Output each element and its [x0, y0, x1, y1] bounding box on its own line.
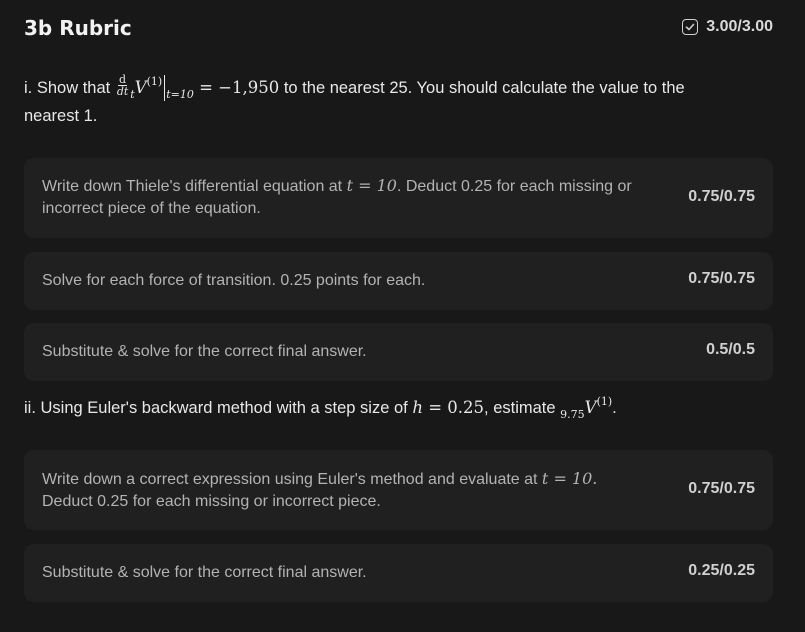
- checkbox-checked-icon: [682, 19, 699, 35]
- criterion-score: 0.25/0.25: [688, 562, 755, 579]
- question-part-i: i. Show that d dt tV(1)t=10 = −1,950 to th…: [24, 74, 774, 130]
- question-part-ii: ii. Using Euler's backward method with a…: [24, 395, 617, 421]
- estimate-subscript: 9.75: [560, 408, 585, 421]
- total-score: 3.00/3.00: [682, 18, 773, 36]
- criterion-card: Write down Thiele's differential equatio…: [24, 158, 773, 238]
- t-subscript: t: [130, 88, 135, 101]
- question-i-formula: d dt tV(1)t=10 = −1,950: [115, 74, 280, 101]
- question-i-suffix-2: nearest 1.: [24, 107, 98, 125]
- criterion-card: Write down a correct expression using Eu…: [24, 450, 773, 530]
- step-size-formula: h = 0.25: [412, 398, 485, 417]
- question-i-prefix: i. Show that: [24, 79, 111, 97]
- criterion-text: Substitute & solve for the correct final…: [42, 564, 367, 581]
- criterion-score: 0.75/0.75: [688, 270, 755, 287]
- question-ii-prefix: ii. Using Euler's backward method with a…: [24, 399, 413, 417]
- criterion-score: 0.5/0.5: [706, 341, 755, 358]
- v-superscript: (1): [146, 75, 163, 88]
- criterion-score: 0.75/0.75: [688, 480, 755, 497]
- criterion-text: Write down Thiele's differential equatio…: [42, 176, 632, 217]
- criterion-card: Substitute & solve for the correct final…: [24, 544, 773, 602]
- question-i-suffix: to the nearest 25. You should calculate …: [279, 79, 685, 97]
- criterion-text: Substitute & solve for the correct final…: [42, 343, 367, 360]
- eq-value: = −1,950: [199, 78, 280, 97]
- criterion-text: Write down a correct expression using Eu…: [42, 469, 598, 510]
- criterion-text: Solve for each force of transition. 0.25…: [42, 272, 426, 289]
- frac-denominator: dt: [116, 85, 129, 98]
- criterion-card: Solve for each force of transition. 0.25…: [24, 252, 773, 310]
- question-ii-mid: , estimate: [484, 399, 561, 417]
- total-score-value: 3.00/3.00: [706, 18, 773, 35]
- eval-subscript: t=10: [166, 88, 194, 101]
- v-symbol: V: [134, 78, 147, 97]
- rubric-header: 3b Rubric 3.00/3.00: [0, 0, 805, 60]
- criterion-score: 0.75/0.75: [688, 188, 755, 205]
- criterion-card: Substitute & solve for the correct final…: [24, 323, 773, 381]
- rubric-title: 3b Rubric: [24, 16, 132, 40]
- estimate-formula: 9.75V(1): [560, 395, 613, 421]
